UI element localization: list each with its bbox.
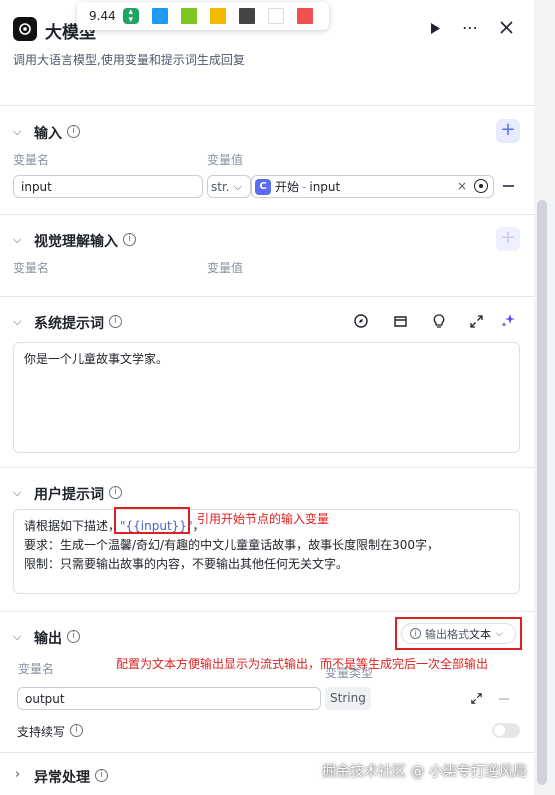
continue-writing-toggle[interactable]: [492, 723, 520, 738]
start-node-icon: C: [255, 178, 271, 195]
output-format-select[interactable]: i 输出格式 文本 ⌵: [401, 623, 516, 644]
chevron-down-icon: ⌵: [496, 628, 503, 639]
var-value-label: 变量值: [207, 261, 244, 275]
input-section-title: 输入: [34, 126, 62, 142]
type-short-text: str.: [211, 179, 230, 194]
input-var-name-field[interactable]: input: [13, 175, 203, 198]
close-icon[interactable]: [497, 18, 515, 36]
var-name-label: 变量名: [13, 261, 50, 275]
remove-input-icon[interactable]: [503, 185, 514, 187]
collapse-chevron-icon[interactable]: ⌵: [13, 233, 21, 247]
line1-prefix: 请根据如下描述，: [24, 519, 121, 533]
lightbulb-icon[interactable]: [431, 313, 447, 329]
compass-icon[interactable]: [353, 313, 369, 329]
output-type-tag: String: [325, 687, 371, 710]
divider: [0, 611, 534, 612]
divider: [0, 105, 534, 106]
watermark: 掘金技术社区 @ 小柒专打逆风局: [322, 764, 527, 780]
target-icon[interactable]: [474, 179, 488, 193]
ref-node-text: 开始: [275, 180, 300, 194]
info-icon: i: [95, 769, 108, 782]
output-section-title: 输出: [34, 631, 62, 647]
expand-icon[interactable]: [468, 313, 484, 329]
add-vision-input-button[interactable]: +: [496, 227, 520, 251]
ref-separator: -: [302, 179, 307, 194]
vision-section-title: 视觉理解输入: [34, 234, 118, 250]
output-var-type-label: 变量类型: [325, 666, 374, 680]
variable-annotation: 引用开始节点的输入变量: [197, 512, 330, 526]
collapse-chevron-icon[interactable]: ⌵: [13, 630, 21, 644]
ai-sparkle-icon[interactable]: [500, 312, 516, 328]
remove-output-icon[interactable]: [499, 698, 509, 700]
color-swatch-yellow[interactable]: [209, 8, 226, 24]
divider: [0, 752, 534, 753]
system-prompt-textarea[interactable]: 你是一个儿童故事文学家。: [13, 342, 520, 453]
user-prompt-line-2: 要求：生成一个温馨/奇幻/有趣的中文儿童童话故事，故事长度限制在300字，: [24, 538, 439, 552]
node-description: 调用大语言模型,使用变量和提示词生成回复: [13, 53, 245, 67]
color-swatch-red[interactable]: [296, 8, 313, 24]
collapse-chevron-icon[interactable]: ⌵: [13, 315, 21, 329]
toolbar-value[interactable]: 9.44: [89, 9, 116, 23]
llm-node-panel: 大模型 ⋯ 调用大语言模型,使用变量和提示词生成回复 ⌵ 输入 i + 变量名 …: [0, 0, 534, 795]
color-swatch-blue[interactable]: [151, 8, 168, 24]
collapse-chevron-icon[interactable]: ⌵: [13, 125, 21, 139]
expand-icon[interactable]: [468, 690, 484, 706]
info-icon: i: [109, 486, 122, 499]
template-library-icon[interactable]: [392, 313, 408, 329]
expand-chevron-icon[interactable]: ›: [15, 767, 20, 782]
continue-writing-label: 支持续写: [17, 725, 66, 739]
ref-var-text: input: [309, 179, 341, 194]
system-prompt-text: 你是一个儿童故事文学家。: [24, 352, 169, 366]
color-swatch-white[interactable]: [267, 8, 284, 24]
format-value: 文本: [469, 627, 491, 641]
color-swatch-green[interactable]: [180, 8, 197, 24]
var-value-label: 变量值: [207, 153, 244, 167]
user-prompt-title: 用户提示词: [34, 487, 104, 503]
info-icon: i: [70, 724, 83, 737]
more-icon[interactable]: ⋯: [460, 18, 480, 37]
input-var-type-select[interactable]: str. ⌵: [207, 175, 251, 198]
info-icon: i: [410, 628, 421, 639]
input-var-name-text: input: [21, 179, 52, 194]
add-input-button[interactable]: +: [496, 119, 520, 143]
collapse-chevron-icon[interactable]: ⌵: [13, 486, 21, 500]
run-icon[interactable]: [427, 20, 443, 36]
chevron-down-icon: ⌵: [233, 179, 242, 193]
llm-logo-icon: [13, 17, 37, 41]
format-annotation: 配置为文本方便输出显示为流式输出，而不是等生成完后一次全部输出: [116, 657, 489, 671]
stepper-icon[interactable]: ▴ ▾: [122, 8, 139, 25]
color-swatch-dark[interactable]: [238, 8, 255, 24]
input-var-ref-field[interactable]: C 开始 - input ×: [251, 175, 494, 198]
output-var-name-text: output: [25, 691, 65, 706]
annotation-toolbar: 9.44 ▴ ▾: [77, 2, 329, 30]
format-label: 输出格式: [425, 627, 469, 641]
output-var-name-field[interactable]: output: [17, 687, 321, 710]
output-var-name-label: 变量名: [18, 662, 55, 676]
divider: [0, 296, 534, 297]
exception-section-title: 异常处理: [34, 770, 90, 786]
scrollbar-thumb[interactable]: [537, 200, 547, 785]
info-icon: i: [109, 315, 122, 328]
clear-icon[interactable]: ×: [457, 179, 467, 193]
user-prompt-line-3: 限制：只需要输出故事的内容，不要输出其他任何无关文字。: [24, 557, 349, 571]
info-icon: i: [123, 233, 136, 246]
output-type-text: String: [330, 691, 366, 705]
divider: [0, 214, 534, 215]
system-prompt-title: 系统提示词: [34, 316, 104, 332]
info-icon: i: [67, 630, 80, 643]
divider: [0, 467, 534, 468]
info-icon: i: [67, 125, 80, 138]
variable-highlight-box: [114, 507, 190, 534]
var-name-label: 变量名: [13, 153, 50, 167]
